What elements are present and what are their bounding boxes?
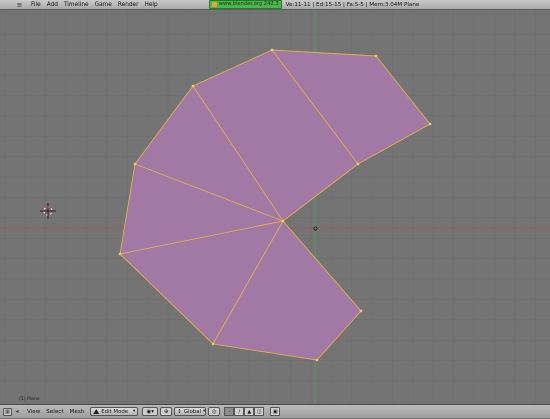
vertex-select-button[interactable]: ·	[224, 407, 235, 416]
edge-select-button[interactable]: ∕	[234, 407, 245, 416]
mode-label: Edit Mode	[101, 408, 129, 415]
chevron-down-icon: ▾	[133, 409, 136, 414]
menu-add[interactable]: Add	[44, 0, 61, 10]
mesh-vertex[interactable]	[270, 48, 274, 52]
menu-file[interactable]: File	[28, 0, 44, 10]
info-header: ≡ File Add Timeline Game Render Help www…	[0, 0, 550, 10]
menu-help[interactable]: Help	[142, 0, 161, 10]
menu-render[interactable]: Render	[115, 0, 142, 10]
scene-stats: Ve:11-11 | Ed:15-15 | Fa:5-5 | Mem:3.04M…	[285, 1, 420, 8]
mesh-vertex[interactable]	[118, 252, 122, 256]
window-type-icon[interactable]: ≡	[16, 1, 23, 9]
mesh-vertex[interactable]	[281, 219, 285, 223]
mesh-vertex[interactable]	[428, 122, 432, 126]
manipulator-icon: ↕	[177, 408, 182, 415]
view3d-header: ▦ ◂ View Select Mesh Edit Mode ▾ ◉▾ ⊕ ↕ …	[0, 404, 550, 418]
3d-viewport[interactable]	[0, 10, 550, 404]
menu-select[interactable]: Select	[43, 405, 66, 419]
mesh-vertex[interactable]	[356, 162, 360, 166]
transform-orientation-selector[interactable]: ↕ Global ▾	[174, 407, 207, 416]
draw-type-button[interactable]: ◉▾	[142, 407, 159, 416]
mesh-vertex[interactable]	[315, 358, 319, 362]
collapse-arrow-icon[interactable]: ◂	[14, 408, 20, 415]
face-select-button[interactable]: ▲	[244, 407, 255, 416]
edit-mode-icon	[93, 409, 100, 414]
mesh-vertex[interactable]	[359, 309, 363, 313]
chevron-down-icon: ▾	[203, 409, 206, 414]
viewport-canvas[interactable]	[0, 10, 550, 404]
website-label: www.blender.org 242.3	[218, 1, 279, 7]
menu-game[interactable]: Game	[92, 0, 115, 10]
editor-type-icon[interactable]: ▦	[3, 407, 12, 416]
occlude-background-button[interactable]: ◫	[254, 407, 265, 416]
main-menu: File Add Timeline Game Render Help	[28, 0, 161, 10]
object-label: (1) Plane	[19, 397, 40, 402]
pivot-point-button[interactable]: ⊕	[160, 407, 173, 416]
mesh-vertex[interactable]	[133, 162, 137, 166]
mesh-vertex[interactable]	[211, 342, 215, 346]
render-view-button[interactable]: ▣	[270, 407, 281, 416]
menu-view[interactable]: View	[24, 405, 43, 419]
mode-selector[interactable]: Edit Mode ▾	[90, 407, 139, 416]
mesh-vertex[interactable]	[191, 84, 195, 88]
layer-button[interactable]: ◎	[208, 407, 221, 416]
select-mode-group: · ∕ ▲ ◫	[224, 407, 265, 416]
blender-logo-icon	[211, 2, 217, 7]
website-link[interactable]: www.blender.org 242.3	[208, 0, 282, 9]
orientation-label: Global	[183, 408, 202, 415]
menu-mesh[interactable]: Mesh	[67, 405, 88, 419]
view3d-menu: View Select Mesh	[24, 405, 87, 419]
mesh-vertex[interactable]	[374, 54, 378, 58]
menu-timeline[interactable]: Timeline	[61, 0, 92, 10]
